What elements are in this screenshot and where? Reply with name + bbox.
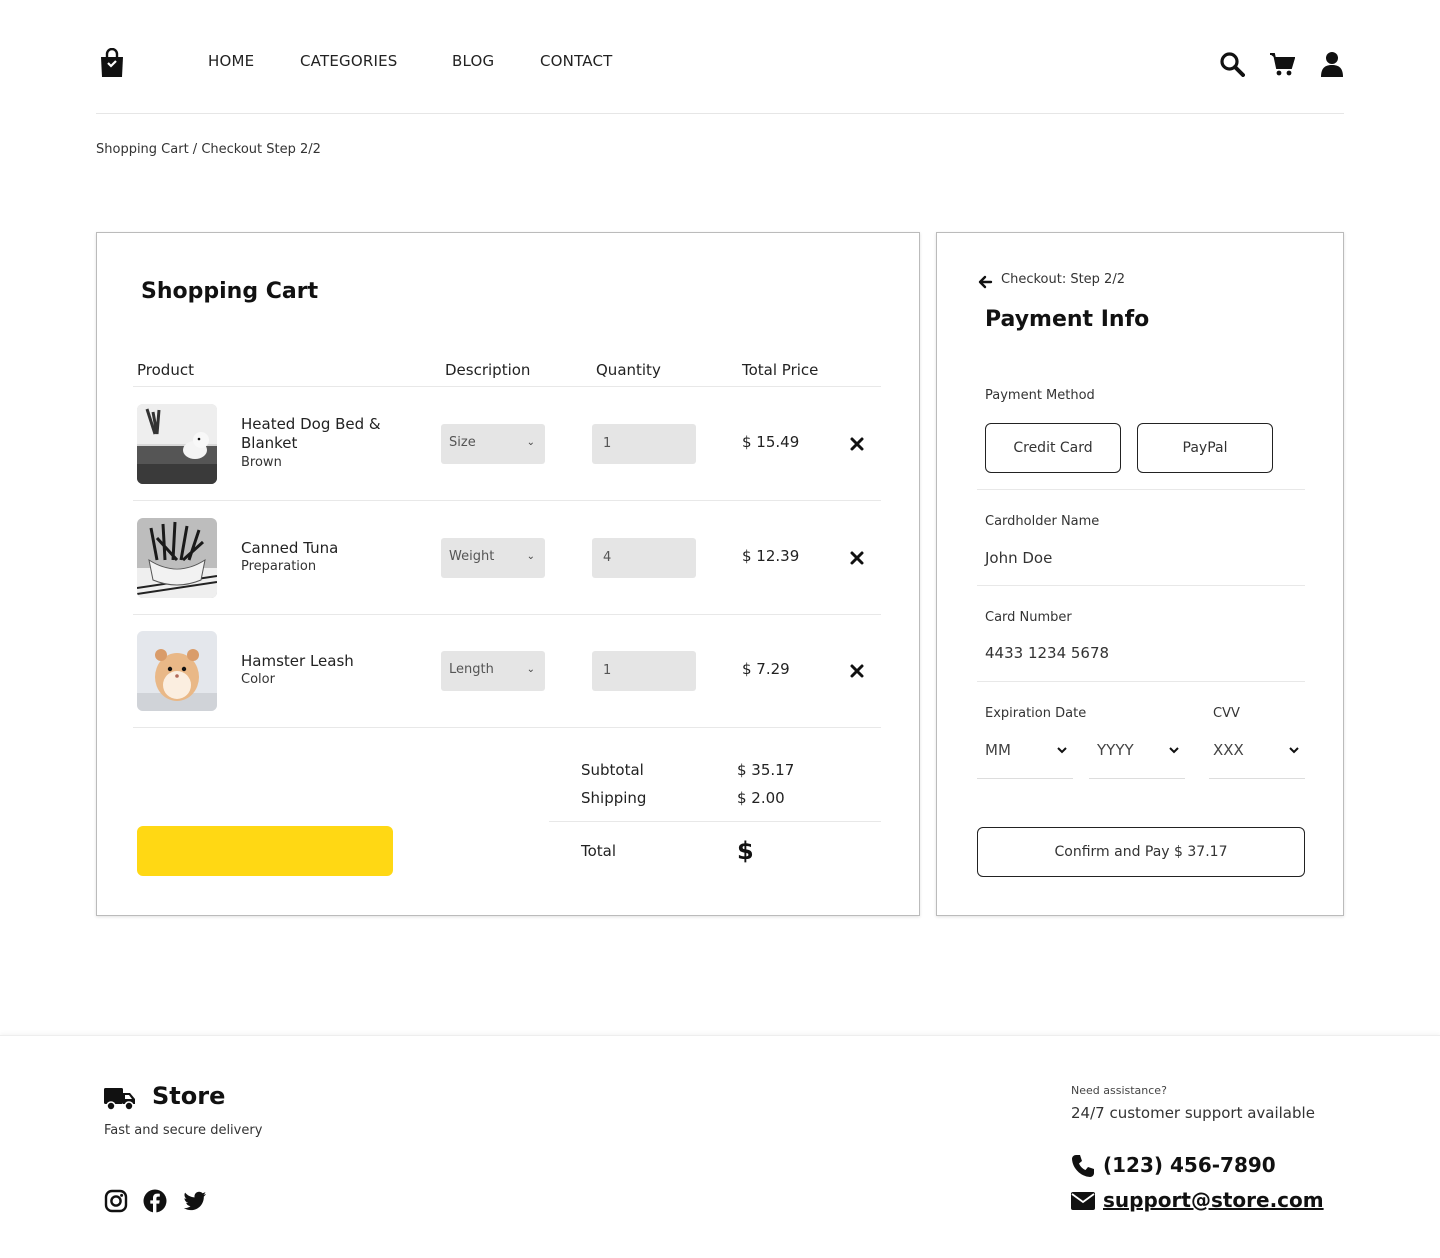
divider	[977, 585, 1305, 586]
support-email-link[interactable]: support@store.com	[1103, 1188, 1324, 1212]
truck-icon	[104, 1088, 135, 1111]
select-value: Length	[449, 662, 494, 677]
product-name: Hamster Leash	[241, 652, 354, 670]
arrow-left-icon[interactable]	[977, 274, 993, 290]
col-description: Description	[445, 361, 531, 379]
product-variant: Brown	[241, 455, 282, 470]
subtotal-label: Subtotal	[581, 761, 644, 779]
length-select[interactable]: Length ⌄	[441, 651, 545, 691]
nav-home[interactable]: HOME	[208, 52, 254, 70]
footer-tagline: Fast and secure delivery	[104, 1123, 263, 1138]
item-price: $ 15.49	[742, 433, 800, 451]
shipping-value: $ 2.00	[737, 789, 785, 807]
cart-title: Shopping Cart	[141, 279, 319, 304]
col-total-price: Total Price	[742, 361, 819, 379]
year-select[interactable]: YYYY	[1089, 727, 1185, 779]
quantity-input[interactable]: 1	[592, 424, 696, 464]
select-value: XXX	[1213, 741, 1244, 759]
chevron-down-icon: ⌄	[526, 664, 535, 675]
cart-icon[interactable]	[1269, 51, 1295, 77]
chevron-down-icon: ⌄	[526, 437, 535, 448]
divider	[133, 386, 881, 387]
credit-card-button[interactable]: Credit Card	[985, 423, 1121, 473]
product-image-dog-bed	[137, 404, 217, 484]
total-label: Total	[581, 842, 617, 860]
cvv-label: CVV	[1213, 706, 1240, 721]
instagram-icon[interactable]	[104, 1189, 128, 1213]
facebook-icon[interactable]	[143, 1189, 167, 1213]
payment-title: Payment Info	[985, 307, 1150, 332]
month-select[interactable]: MM	[977, 727, 1073, 779]
divider	[133, 727, 881, 728]
cardholder-field[interactable]: John Doe	[985, 549, 1052, 567]
nav-blog[interactable]: BLOG	[452, 52, 494, 70]
product-variant: Color	[241, 672, 275, 687]
product-image-canned-tuna	[137, 518, 217, 598]
payment-panel: Checkout: Step 2/2 Payment Info Payment …	[936, 232, 1344, 916]
product-variant: Preparation	[241, 559, 317, 574]
chevron-down-icon: ⌄	[526, 551, 535, 562]
nav-contact[interactable]: CONTACT	[540, 52, 613, 70]
divider	[133, 500, 881, 501]
need-assistance-label: Need assistance?	[1071, 1084, 1167, 1097]
expiration-label: Expiration Date	[985, 706, 1087, 721]
product-name: Heated Dog Bed & Blanket	[241, 415, 381, 452]
chevron-down-icon	[1289, 747, 1299, 754]
support-text: 24/7 customer support available	[1071, 1104, 1315, 1122]
divider	[549, 821, 881, 822]
shipping-label: Shipping	[581, 789, 647, 807]
user-icon[interactable]	[1319, 51, 1345, 77]
size-select[interactable]: Size ⌄	[441, 424, 545, 464]
remove-item-icon[interactable]	[849, 436, 865, 452]
col-product: Product	[137, 361, 194, 379]
cardholder-label: Cardholder Name	[985, 514, 1100, 529]
remove-item-icon[interactable]	[849, 663, 865, 679]
product-image-hamster	[137, 631, 217, 711]
subtotal-value: $ 35.17	[737, 761, 795, 779]
item-price: $ 7.29	[742, 660, 790, 678]
search-icon[interactable]	[1219, 51, 1245, 77]
chevron-down-icon	[1169, 747, 1179, 754]
divider	[133, 614, 881, 615]
footer-brand: Store	[152, 1082, 226, 1110]
chevron-down-icon	[1057, 747, 1067, 754]
product-name: Canned Tuna	[241, 539, 339, 557]
envelope-icon	[1071, 1192, 1095, 1210]
total-value: $	[737, 837, 754, 865]
quantity-input[interactable]: 4	[592, 538, 696, 578]
card-number-label: Card Number	[985, 610, 1072, 625]
phone-number[interactable]: (123) 456-7890	[1103, 1153, 1276, 1177]
remove-item-icon[interactable]	[849, 550, 865, 566]
nav-categories[interactable]: CATEGORIES	[300, 52, 398, 70]
checkout-button[interactable]	[137, 826, 393, 876]
payment-method-label: Payment Method	[985, 388, 1095, 403]
site-header: HOME CATEGORIES BLOG CONTACT	[96, 0, 1344, 114]
col-quantity: Quantity	[596, 361, 661, 379]
shopping-cart-panel: Shopping Cart Product Description Quanti…	[96, 232, 920, 916]
divider	[977, 681, 1305, 682]
site-footer	[0, 1035, 1440, 1258]
select-value: Size	[449, 435, 476, 450]
breadcrumb: Shopping Cart / Checkout Step 2/2	[96, 142, 321, 157]
item-price: $ 12.39	[742, 547, 800, 565]
select-value: Weight	[449, 549, 495, 564]
divider	[977, 489, 1305, 490]
card-number-field[interactable]: 4433 1234 5678	[985, 644, 1109, 662]
select-value: MM	[985, 741, 1011, 759]
select-value: YYYY	[1097, 741, 1134, 759]
twitter-icon[interactable]	[183, 1189, 207, 1213]
confirm-pay-button[interactable]: Confirm and Pay $ 37.17	[977, 827, 1305, 877]
phone-icon	[1072, 1155, 1094, 1177]
cvv-field[interactable]: XXX	[1209, 727, 1305, 779]
paypal-button[interactable]: PayPal	[1137, 423, 1273, 473]
shopping-bag-icon[interactable]	[100, 48, 124, 78]
weight-select[interactable]: Weight ⌄	[441, 538, 545, 578]
checkout-step: Checkout: Step 2/2	[1001, 272, 1125, 287]
quantity-input[interactable]: 1	[592, 651, 696, 691]
